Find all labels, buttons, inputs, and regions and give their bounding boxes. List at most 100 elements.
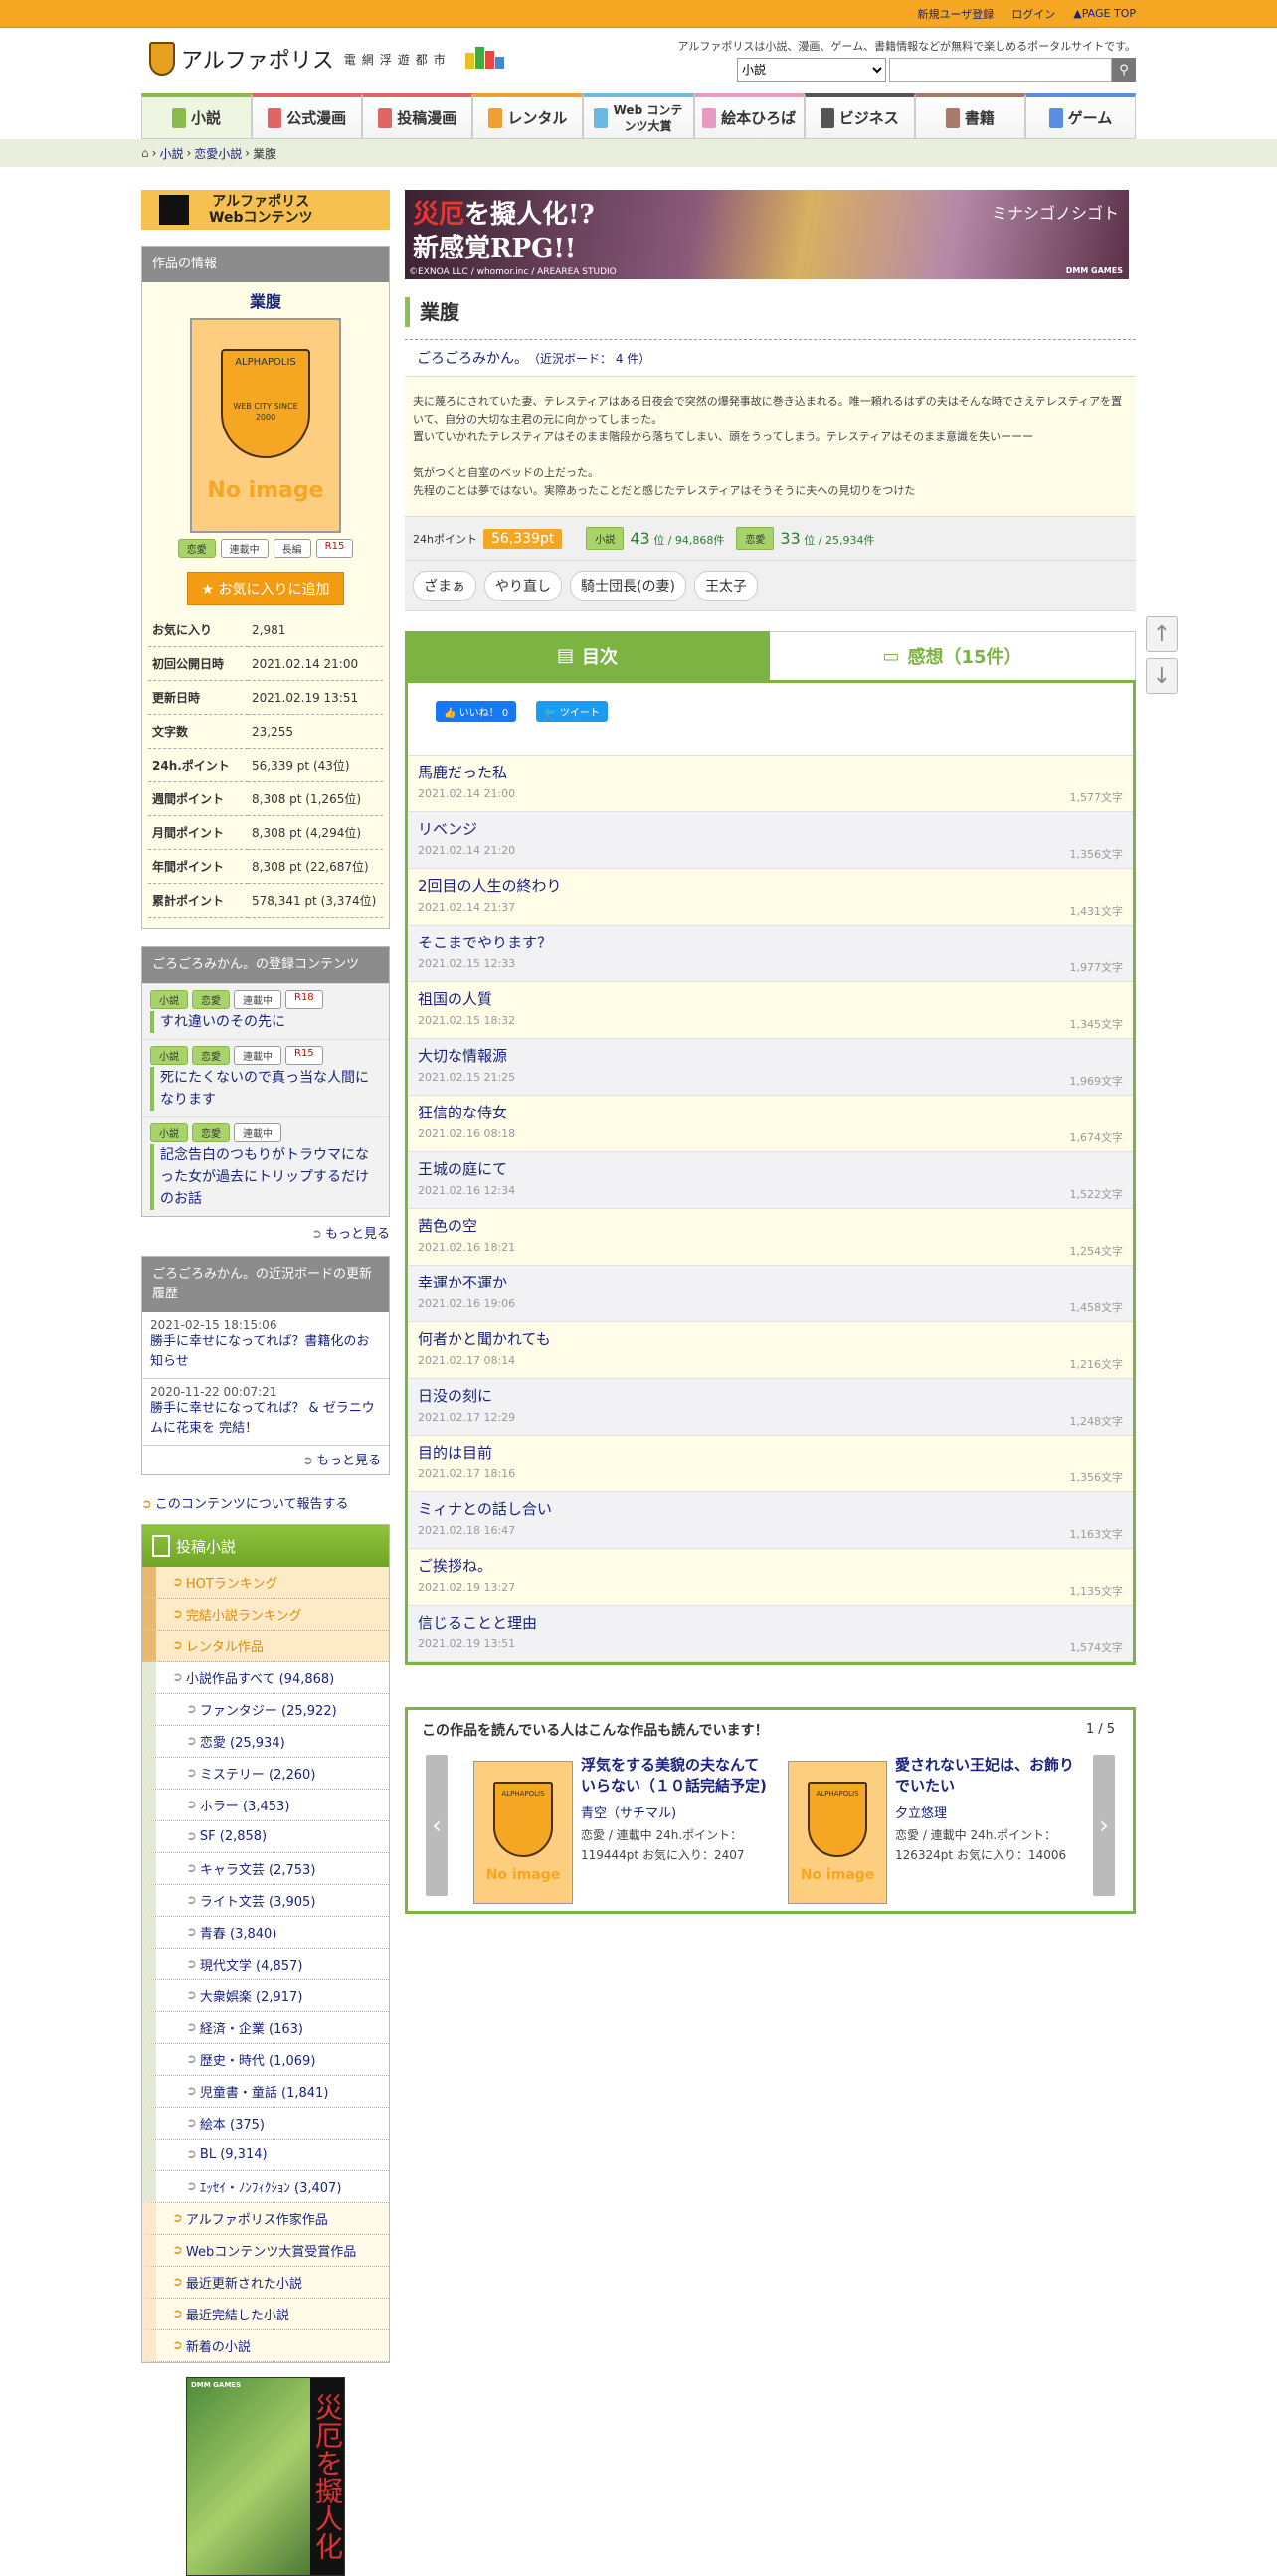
episode-row[interactable]: 王城の庭にて 2021.02.16 12:34 1,522文字: [408, 1152, 1133, 1209]
board-count-link[interactable]: （近況ボード： 4 件）: [534, 352, 650, 366]
keyword-tag[interactable]: 王太子: [693, 571, 758, 601]
episode-row[interactable]: 茜色の空 2021.02.16 18:21 1,254文字: [408, 1209, 1133, 1266]
category-item[interactable]: ミステリー (2,260): [142, 1758, 389, 1790]
recommend-author-link[interactable]: 夕立悠理: [895, 1803, 1086, 1821]
author-link[interactable]: ごろごろみかん。: [417, 351, 528, 367]
category-item[interactable]: レンタル作品: [142, 1631, 389, 1662]
episode-title[interactable]: 幸運か不運か: [418, 1272, 1123, 1292]
recommend-title-link[interactable]: 愛されない王妃は、お飾りでいたい: [895, 1755, 1086, 1797]
category-item[interactable]: 児童書・童話 (1,841): [142, 2076, 389, 2108]
keyword-tag[interactable]: ざまぁ: [413, 571, 476, 601]
episode-row[interactable]: ミィナとの話し合い 2021.02.18 16:47 1,163文字: [408, 1492, 1133, 1549]
prev-button[interactable]: ‹: [426, 1755, 448, 1896]
nav-tab-8[interactable]: ゲーム: [1024, 93, 1136, 139]
episode-row[interactable]: ご挨拶ね。 2021.02.19 13:27 1,135文字: [408, 1549, 1133, 1606]
registered-title-link[interactable]: 記念告白のつもりがトラウマになった女が過去にトリップするだけのお話: [150, 1144, 381, 1210]
category-item[interactable]: 現代文学 (4,857): [142, 1949, 389, 1980]
breadcrumb-romance[interactable]: 恋愛小説: [194, 145, 242, 162]
page-top-link[interactable]: ▲PAGE TOP: [1073, 7, 1136, 20]
category-item[interactable]: 恋愛 (25,934): [142, 1726, 389, 1758]
category-item[interactable]: ホラー (3,453): [142, 1790, 389, 1821]
episode-row[interactable]: 日没の刻に 2021.02.17 12:29 1,248文字: [408, 1379, 1133, 1436]
category-item[interactable]: 最近完結した小説: [142, 2299, 389, 2330]
category-item[interactable]: 最近更新された小説: [142, 2267, 389, 2299]
register-link[interactable]: 新規ユーザ登録: [918, 6, 995, 22]
category-item[interactable]: キャラ文芸 (2,753): [142, 1853, 389, 1885]
search-input[interactable]: [889, 58, 1112, 82]
category-item[interactable]: ファンタジー (25,922): [142, 1694, 389, 1726]
episode-title[interactable]: 目的は目前: [418, 1442, 1123, 1462]
tab-toc[interactable]: ▤ 目次: [405, 631, 770, 680]
nav-tab-0[interactable]: 小説: [141, 93, 253, 139]
category-item[interactable]: 新着の小説: [142, 2330, 389, 2362]
report-link[interactable]: このコンテンツについて報告する: [141, 1493, 390, 1512]
web-contents-banner[interactable]: アルファポリス Webコンテンツ: [141, 190, 390, 230]
login-link[interactable]: ログイン: [1011, 6, 1055, 22]
episode-row[interactable]: 馬鹿だった私 2021.02.14 21:00 1,577文字: [408, 756, 1133, 812]
home-icon[interactable]: ⌂: [141, 146, 149, 160]
category-item[interactable]: 小説作品すべて (94,868): [142, 1662, 389, 1694]
search-category-select[interactable]: 小説: [737, 58, 886, 82]
episode-title[interactable]: 馬鹿だった私: [418, 762, 1123, 782]
episode-row[interactable]: 信じることと理由 2021.02.19 13:51 1,574文字: [408, 1606, 1133, 1662]
category-item[interactable]: HOTランキング: [142, 1567, 389, 1599]
recommend-author-link[interactable]: 青空（サチマル): [581, 1803, 772, 1821]
side-ad[interactable]: DMM GAMES 災厄を擬人化: [186, 2377, 345, 2576]
episode-title[interactable]: 祖国の人質: [418, 988, 1123, 1009]
scroll-down-button[interactable]: ↓: [1146, 658, 1178, 694]
episode-row[interactable]: 大切な情報源 2021.02.15 21:25 1,969文字: [408, 1039, 1133, 1096]
next-button[interactable]: ›: [1093, 1755, 1115, 1896]
breadcrumb-novel[interactable]: 小説: [159, 145, 183, 162]
episode-title[interactable]: 何者かと聞かれても: [418, 1328, 1123, 1349]
banner-ad[interactable]: 災厄を擬人化!? 新感覚RPG!! ©EXNOA LLC / whomor.in…: [405, 190, 1129, 279]
tag-genre[interactable]: 恋愛: [177, 539, 216, 558]
episode-title[interactable]: 王城の庭にて: [418, 1158, 1123, 1179]
nav-tab-1[interactable]: 公式漫画: [252, 93, 363, 139]
episode-row[interactable]: 祖国の人質 2021.02.15 18:32 1,345文字: [408, 982, 1133, 1039]
category-item[interactable]: SF (2,858): [142, 1821, 389, 1853]
recommend-cover[interactable]: ALPHAPOLIS No image: [788, 1761, 887, 1904]
board-title-link[interactable]: 勝手に幸せになってれば？書籍化のお知らせ: [150, 1332, 381, 1372]
board-more-link[interactable]: もっと見る: [142, 1446, 389, 1474]
episode-row[interactable]: 幸運か不運か 2021.02.16 19:06 1,458文字: [408, 1266, 1133, 1322]
recommend-title-link[interactable]: 浮気をする美貌の夫なんていらない（１０話完結予定): [581, 1755, 772, 1797]
category-item[interactable]: 青春 (3,840): [142, 1917, 389, 1949]
registered-title-link[interactable]: 死にたくないので真っ当な人間になります: [150, 1067, 381, 1111]
category-item[interactable]: アルファポリス作家作品: [142, 2203, 389, 2235]
facebook-like-button[interactable]: 👍 いいね！ 0: [436, 701, 517, 722]
episode-title[interactable]: ご挨拶ね。: [418, 1555, 1123, 1576]
episode-row[interactable]: 目的は目前 2021.02.17 18:16 1,356文字: [408, 1436, 1133, 1492]
keyword-tag[interactable]: やり直し: [484, 571, 562, 601]
nav-tab-4[interactable]: Web コンテンツ大賞: [583, 93, 694, 139]
episode-title[interactable]: リベンジ: [418, 818, 1123, 839]
episode-title[interactable]: 大切な情報源: [418, 1045, 1123, 1066]
episode-row[interactable]: 何者かと聞かれても 2021.02.17 08:14 1,216文字: [408, 1322, 1133, 1379]
category-item[interactable]: ｴｯｾｲ・ﾉﾝﾌｨｸｼｮﾝ (3,407): [142, 2171, 389, 2203]
board-title-link[interactable]: 勝手に幸せになってれば？ & ゼラニウムに花束を 完結！: [150, 1399, 381, 1439]
category-item[interactable]: Webコンテンツ大賞受賞作品: [142, 2235, 389, 2267]
site-logo[interactable]: アルファポリス 電網浮遊都市: [149, 42, 517, 76]
nav-tab-3[interactable]: レンタル: [472, 93, 584, 139]
episode-title[interactable]: 2回目の人生の終わり: [418, 875, 1123, 896]
category-item[interactable]: ライト文芸 (3,905): [142, 1885, 389, 1917]
episode-row[interactable]: 狂信的な侍女 2021.02.16 08:18 1,674文字: [408, 1096, 1133, 1152]
nav-tab-5[interactable]: 絵本ひろば: [693, 93, 805, 139]
episode-row[interactable]: リベンジ 2021.02.14 21:20 1,356文字: [408, 812, 1133, 869]
nav-tab-7[interactable]: 書籍: [914, 93, 1025, 139]
registered-title-link[interactable]: すれ違いのその先に: [150, 1011, 381, 1033]
episode-title[interactable]: ミィナとの話し合い: [418, 1498, 1123, 1519]
category-item[interactable]: 絵本 (375): [142, 2108, 389, 2140]
nav-tab-6[interactable]: ビジネス: [804, 93, 915, 139]
category-item[interactable]: BL (9,314): [142, 2140, 389, 2171]
episode-title[interactable]: 日没の刻に: [418, 1385, 1123, 1406]
category-item[interactable]: 経済・企業 (163): [142, 2012, 389, 2044]
tab-comments[interactable]: ▭ 感想（15件）: [770, 631, 1136, 680]
episode-row[interactable]: そこまでやります？ 2021.02.15 12:33 1,977文字: [408, 926, 1133, 982]
category-item[interactable]: 歴史・時代 (1,069): [142, 2044, 389, 2076]
episode-title[interactable]: そこまでやります？: [418, 932, 1123, 952]
episode-row[interactable]: 2回目の人生の終わり 2021.02.14 21:37 1,431文字: [408, 869, 1133, 926]
recommend-cover[interactable]: ALPHAPOLIS No image: [473, 1761, 573, 1904]
search-button[interactable]: ⚲: [1112, 58, 1136, 82]
nav-tab-2[interactable]: 投稿漫画: [362, 93, 473, 139]
add-favorite-button[interactable]: ★ お気に入りに追加: [187, 572, 344, 605]
